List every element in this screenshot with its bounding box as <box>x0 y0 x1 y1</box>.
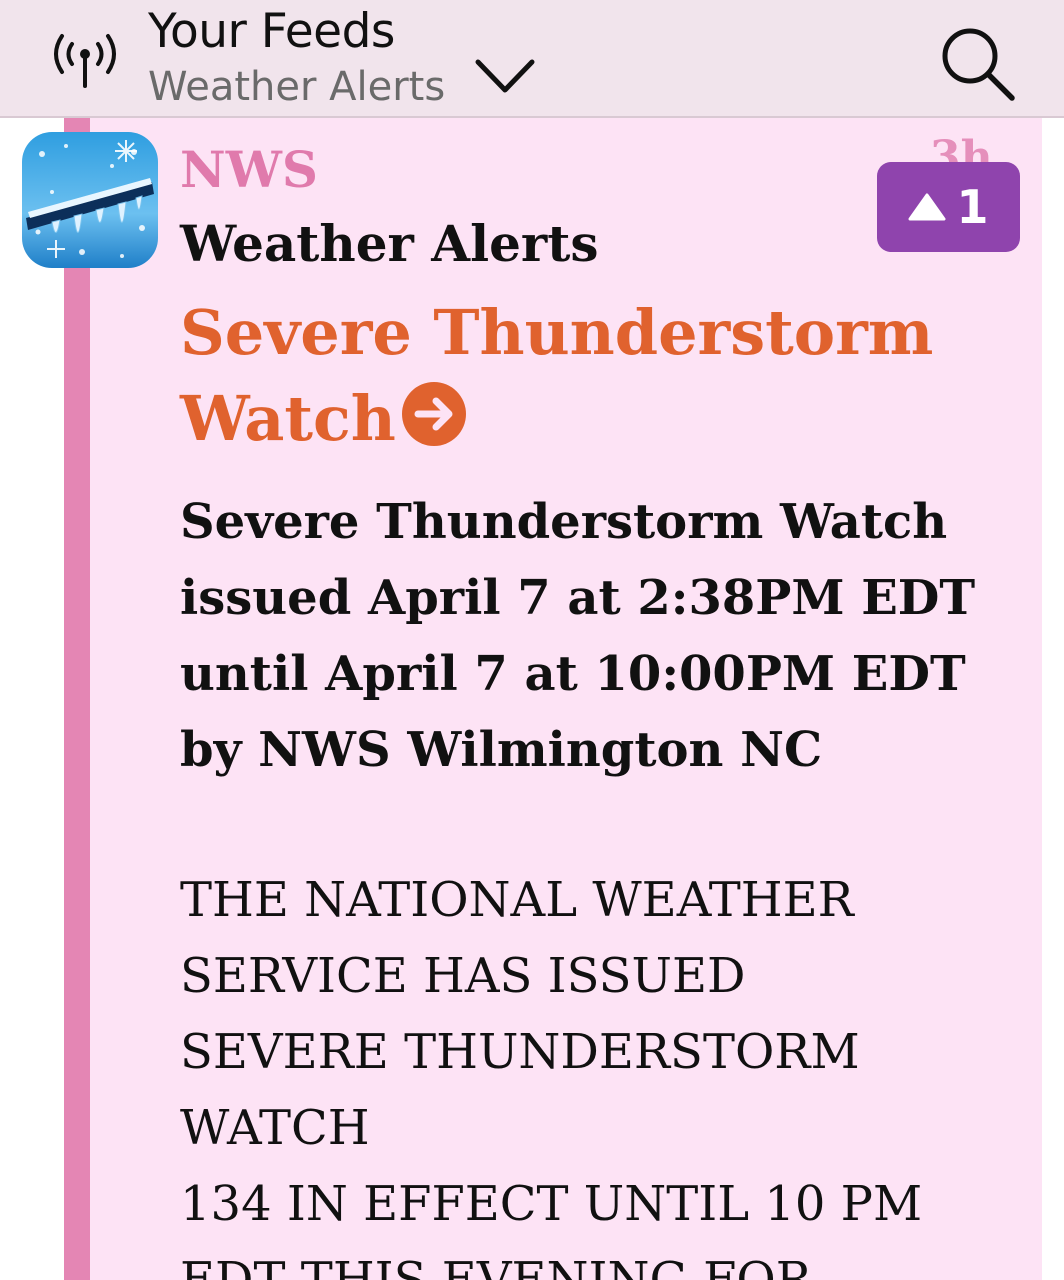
summary-line: until April 7 at 10:00PM EDT <box>180 646 966 702</box>
body-line: SERVICE HAS ISSUED <box>180 948 746 1004</box>
cloud-up-icon <box>908 193 946 221</box>
post-title-link[interactable]: Severe Thunderstorm Watch <box>180 290 1000 462</box>
top-bar: Your Feeds Weather Alerts <box>0 0 1064 118</box>
summary-line: issued April 7 at 2:38PM EDT <box>180 570 976 626</box>
post-title-line: Severe Thunderstorm <box>180 296 934 369</box>
body-line: 134 IN EFFECT UNTIL 10 PM <box>180 1176 923 1232</box>
body-line: EDT THIS EVENING FOR <box>180 1252 812 1280</box>
chevron-down-icon[interactable] <box>470 48 540 104</box>
app-root: Your Feeds Weather Alerts NWS 3h 1 Weath… <box>0 0 1064 1280</box>
upvote-button[interactable]: 1 <box>877 162 1020 252</box>
feed-switcher-title[interactable]: Your Feeds <box>148 4 395 59</box>
arrow-right-circle-icon[interactable] <box>401 382 466 446</box>
vote-count: 1 <box>956 180 989 234</box>
search-icon[interactable] <box>936 22 1020 106</box>
post-body: THE NATIONAL WEATHER SERVICE HAS ISSUED … <box>180 862 1040 1280</box>
antenna-icon[interactable] <box>48 28 122 90</box>
post-summary: Severe Thunderstorm Watch issued April 7… <box>180 484 1040 788</box>
body-line: WATCH <box>180 1100 370 1156</box>
body-line: THE NATIONAL WEATHER <box>180 872 854 928</box>
post-title-line-text: Watch <box>180 382 396 455</box>
summary-line: by NWS Wilmington NC <box>180 722 823 778</box>
source-name[interactable]: NWS <box>180 140 318 199</box>
post-title-line: Watch <box>180 376 1000 462</box>
feed-name[interactable]: Weather Alerts <box>180 214 598 273</box>
summary-line: Severe Thunderstorm Watch <box>180 494 948 550</box>
post-timestamp: 3h <box>930 132 993 162</box>
feed-switcher-subtitle[interactable]: Weather Alerts <box>148 64 445 110</box>
feed-avatar[interactable] <box>22 132 158 268</box>
body-line: SEVERE THUNDERSTORM <box>180 1024 860 1080</box>
